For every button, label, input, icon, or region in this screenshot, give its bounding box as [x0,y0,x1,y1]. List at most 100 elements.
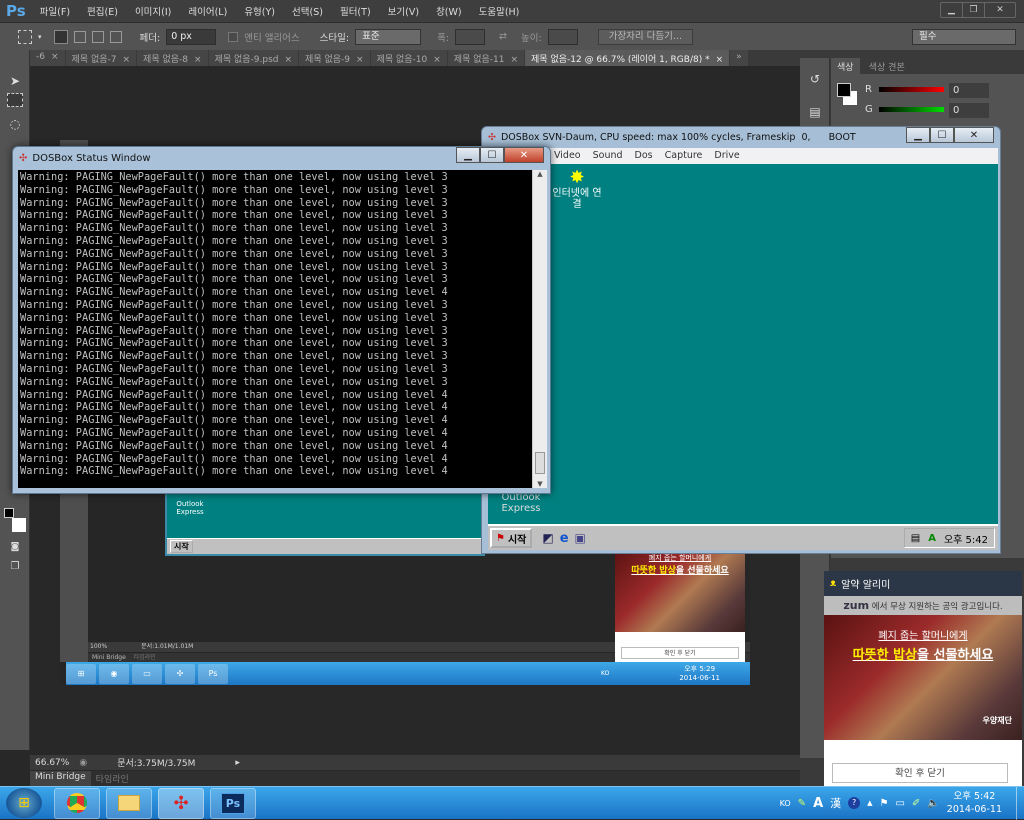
width-input[interactable] [455,28,486,45]
tab-close-icon[interactable]: × [285,55,293,65]
language-indicator[interactable]: KO [780,799,791,808]
dosbox-minimize-button[interactable]: ▁ [906,127,930,143]
menu-file[interactable]: 파일(F) [40,4,70,18]
status-minimize-button[interactable]: ▁ [456,147,480,163]
document-tab[interactable]: 제목 없음-11 × [447,50,525,66]
document-tab[interactable]: 제목 없음-12 @ 66.7% (레이어 1, RGB/8) * × [525,50,730,66]
properties-icon[interactable]: ▤ [806,103,824,121]
tab-mini-bridge[interactable]: Mini Bridge [30,771,91,786]
move-tool-icon[interactable]: ➤ [6,72,24,90]
taskbar-dosbox[interactable]: ✣ [158,787,204,819]
document-tab[interactable]: 제목 없음-8 × [137,50,208,66]
menu-dos[interactable]: Dos [635,148,653,164]
menu-drive[interactable]: Drive [714,148,739,164]
clock[interactable]: 오후 5:42 2014-06-11 [947,790,1002,816]
ad-image[interactable]: 폐지 줍는 할머니에게 따뜻한 밥상을 선물하세요 우양재단 [824,615,1022,740]
marquee-preset-icon[interactable] [18,29,32,44]
document-tab[interactable]: 제목 없음-10 × [370,50,447,66]
new-selection-icon[interactable] [53,29,68,44]
zoom-level[interactable]: 66.67% [35,758,69,768]
menu-video[interactable]: Video [554,148,581,164]
document-tab[interactable]: 제목 없음-9.psd × [208,50,299,66]
menu-help[interactable]: 도움말(H) [479,4,520,18]
close-button[interactable]: ✕ [985,3,1015,17]
status-close-button[interactable]: ✕ [504,147,544,163]
menu-layer[interactable]: 레이어(L) [188,4,227,18]
desktop-icon-outlook[interactable]: Outlook Express [496,492,546,514]
g-value[interactable]: 0 [949,103,989,118]
document-tab[interactable]: 제목 없음-9 × [299,50,370,66]
refine-edge-button[interactable]: 가장자리 다듬기... [597,28,693,45]
tabs-overflow-icon[interactable]: » [730,50,748,66]
add-selection-icon[interactable] [73,30,86,43]
screen-mode-icon[interactable]: ❐ [6,558,24,576]
style-select[interactable]: 표준 [355,28,422,45]
lasso-tool-icon[interactable]: ◌ [6,115,24,133]
document-tab[interactable]: 제목 없음-7 × [65,50,137,66]
ime-mode-a[interactable]: A [813,796,823,811]
desktop-icon-internet[interactable]: ✸ 인터넷에 연결 [552,168,602,211]
history-icon[interactable]: ↺ [806,70,824,88]
show-desktop-button[interactable] [1016,786,1024,820]
ime-tool-icon[interactable]: ✎ [798,798,806,809]
foreground-color[interactable] [837,83,851,97]
status-maximize-button[interactable]: ☐ [480,147,504,163]
swap-icon[interactable]: ⇄ [499,31,507,42]
tab-close-icon[interactable]: × [433,55,441,65]
ime-hanja[interactable]: 漢 [830,795,841,811]
menu-window[interactable]: 창(W) [436,4,462,18]
subtract-selection-icon[interactable] [91,30,104,43]
volume-icon[interactable]: 🔈 [927,798,939,809]
menu-sound[interactable]: Sound [593,148,623,164]
quick-mask-icon[interactable]: ◙ [6,538,24,556]
scroll-down-icon[interactable]: ▼ [533,480,547,488]
help-icon[interactable]: ? [848,797,861,809]
antialias-checkbox[interactable] [228,31,239,42]
restore-button[interactable]: ❐ [963,3,985,17]
scroll-up-icon[interactable]: ▲ [533,170,547,178]
tab-timeline[interactable]: 타임라인 [91,771,134,786]
tab-close-icon[interactable]: × [716,55,724,65]
quicklaunch-channels-icon[interactable]: ▣ [575,531,586,545]
minimize-button[interactable]: ▁ [941,3,963,17]
show-hidden-icons[interactable]: ▲ [867,799,872,807]
feather-input[interactable]: 0 px [166,28,217,45]
r-slider[interactable] [879,87,944,92]
taskbar-chrome[interactable] [54,787,100,819]
tab-color[interactable]: 색상 [831,58,860,75]
quicklaunch-desktop-icon[interactable]: ◩ [542,531,553,545]
start-orb-icon[interactable]: ⊞ [6,788,42,818]
status-menu-arrow-icon[interactable]: ▸ [235,758,240,768]
foreground-color-swatch[interactable] [4,508,14,518]
tab-swatches[interactable]: 색상 견본 [863,58,911,75]
win95-start-button[interactable]: ⚑ 시작 [490,528,533,548]
chevron-down-icon[interactable]: ▾ [38,33,42,41]
console-scrollbar[interactable]: ▲ ▼ [532,170,547,488]
height-input[interactable] [547,28,578,45]
menu-view[interactable]: 보기(V) [388,4,419,18]
status-info-icon[interactable]: ◉ [79,758,87,768]
background-color-swatch[interactable] [12,518,26,532]
scroll-thumb[interactable] [535,452,545,474]
ad-close-button[interactable]: 확인 후 닫기 [832,763,1008,783]
menu-edit[interactable]: 편집(E) [87,4,118,18]
menu-filter[interactable]: 필터(T) [340,4,371,18]
workspace-select[interactable]: 필수 [912,28,1016,45]
marquee-tool-icon[interactable] [7,93,23,107]
tab-close-icon[interactable]: × [194,55,202,65]
quicklaunch-ie-icon[interactable]: e [560,531,569,546]
tab-close-icon[interactable]: × [510,55,518,65]
action-center-flag-icon[interactable]: ⚑ [880,798,889,809]
menu-select[interactable]: 선택(S) [292,4,323,18]
menu-image[interactable]: 이미지(I) [135,4,171,18]
r-value[interactable]: 0 [949,83,989,98]
g-slider[interactable] [879,107,944,112]
document-tab[interactable]: -6 × [30,50,65,66]
tab-close-icon[interactable]: × [356,55,364,65]
network-icon[interactable]: ▭ [895,798,904,809]
dosbox-close-button[interactable]: ✕ [954,127,994,143]
tab-close-icon[interactable]: × [51,52,59,62]
usb-eject-icon[interactable]: ✐ [912,798,920,809]
tab-close-icon[interactable]: × [123,55,131,65]
dosbox-maximize-button[interactable]: ☐ [930,127,954,143]
